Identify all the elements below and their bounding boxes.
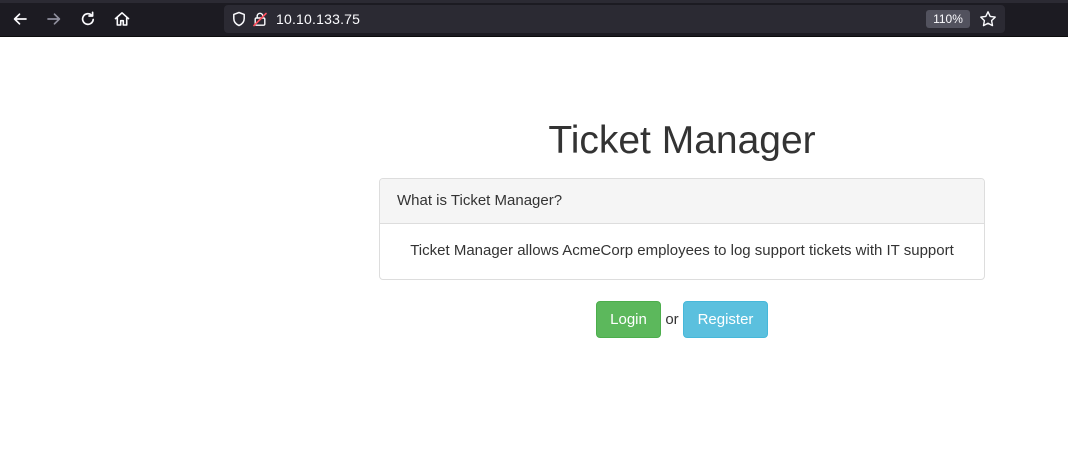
address-bar[interactable]: 10.10.133.75 110% bbox=[224, 5, 1005, 33]
back-arrow-icon[interactable] bbox=[8, 7, 32, 31]
reload-icon[interactable] bbox=[76, 7, 100, 31]
panel-body: Ticket Manager allows AcmeCorp employees… bbox=[410, 242, 954, 259]
register-button[interactable]: Register bbox=[683, 301, 768, 338]
insecure-lock-icon[interactable] bbox=[252, 11, 268, 32]
url-text[interactable]: 10.10.133.75 bbox=[276, 11, 360, 27]
shield-icon[interactable] bbox=[231, 11, 247, 32]
toolbar-top-strip bbox=[0, 0, 1068, 3]
star-icon[interactable] bbox=[979, 10, 997, 33]
zoom-level-badge[interactable]: 110% bbox=[926, 10, 970, 28]
panel-heading: What is Ticket Manager? bbox=[380, 179, 984, 224]
home-icon[interactable] bbox=[110, 7, 134, 31]
browser-toolbar: 10.10.133.75 110% bbox=[0, 0, 1068, 37]
or-separator: or bbox=[665, 311, 679, 328]
forward-arrow-icon[interactable] bbox=[42, 7, 66, 31]
info-panel: What is Ticket Manager? Ticket Manager a… bbox=[379, 178, 985, 280]
login-button[interactable]: Login bbox=[596, 301, 661, 338]
page-title: Ticket Manager bbox=[548, 119, 816, 162]
